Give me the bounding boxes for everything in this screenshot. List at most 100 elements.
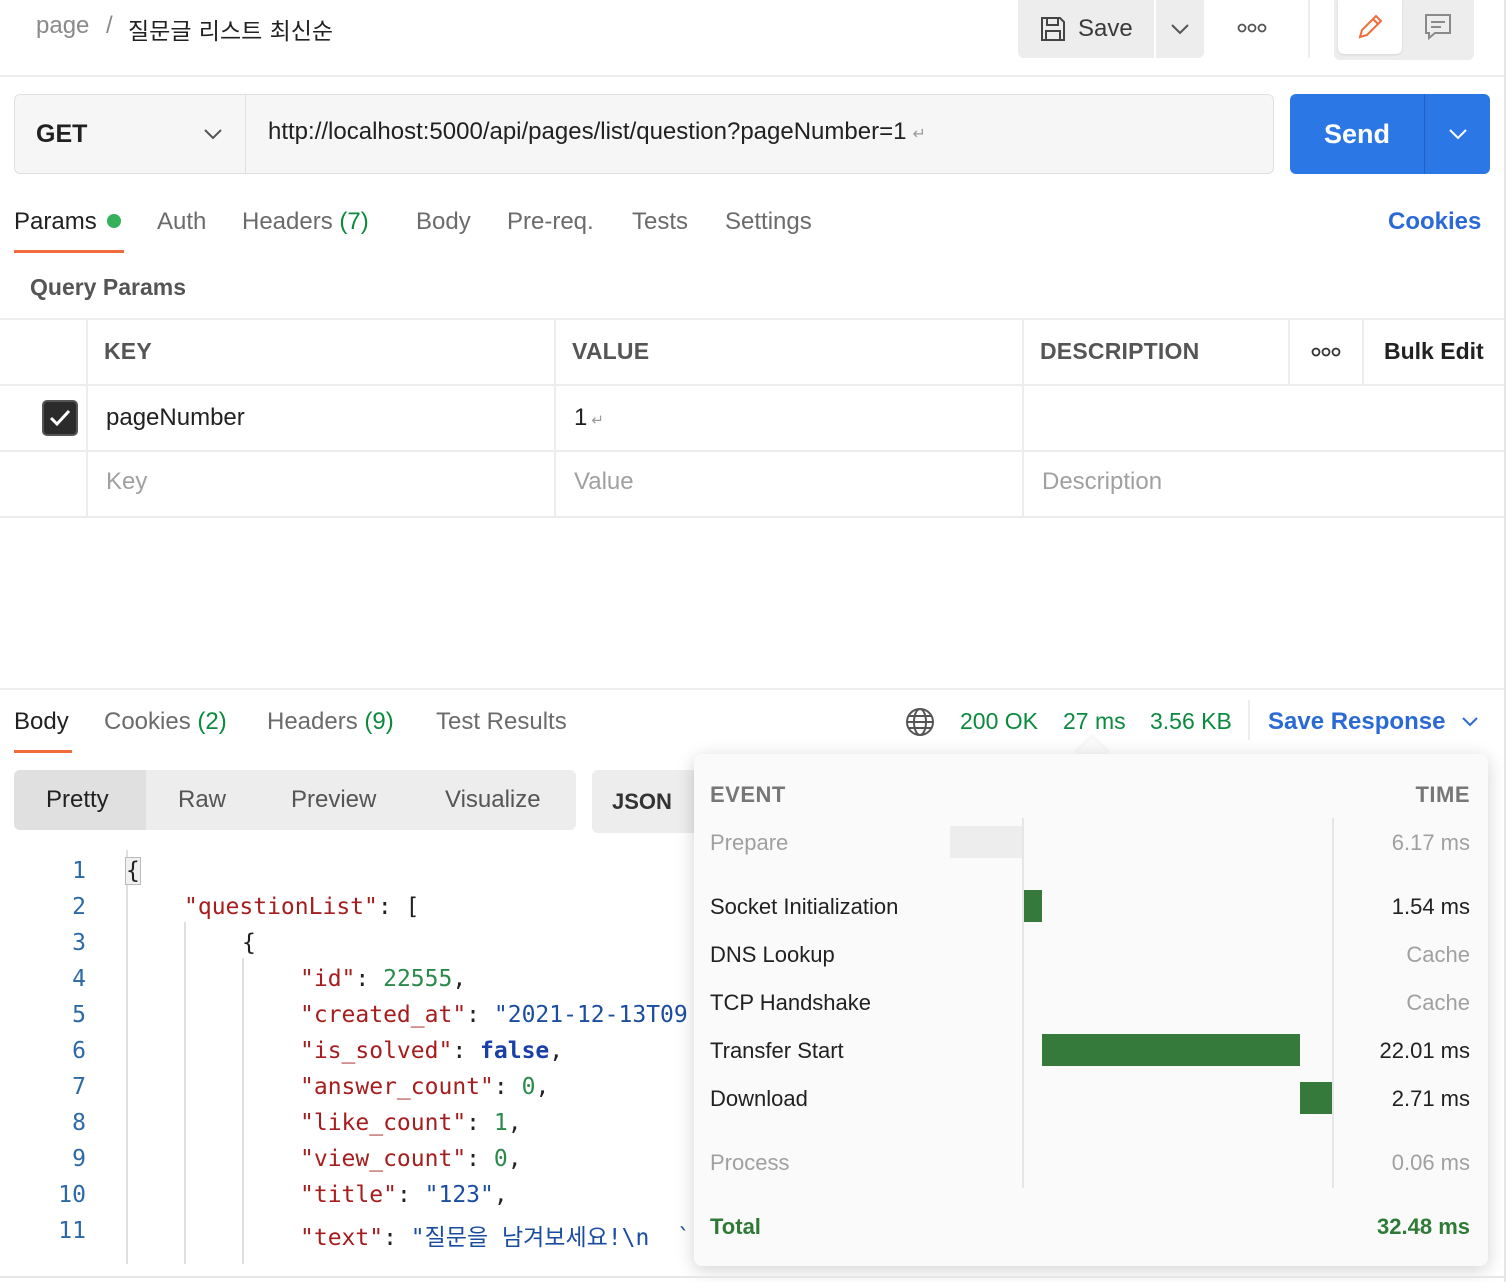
response-tab-cookies[interactable]: Cookies (2) xyxy=(104,708,227,736)
breadcrumb-parent[interactable]: page xyxy=(36,12,89,40)
column-divider xyxy=(1288,318,1290,384)
status-divider xyxy=(1248,700,1250,740)
active-indicator-dot xyxy=(106,213,121,228)
response-tab-headers[interactable]: Headers (9) xyxy=(267,708,394,736)
new-value-input[interactable]: Value xyxy=(574,468,634,496)
code-line: "title": "123", xyxy=(300,1182,508,1208)
param-enabled-checkbox[interactable] xyxy=(42,400,78,436)
tab-params-label: Params xyxy=(14,208,97,235)
line-number: 10 xyxy=(58,1182,86,1208)
chevron-down-icon xyxy=(203,128,223,140)
timing-event-time: 6.17 ms xyxy=(1391,830,1470,855)
table-more-button[interactable] xyxy=(1306,338,1346,366)
timing-header-event: EVENT xyxy=(710,782,786,807)
view-pretty[interactable]: Pretty xyxy=(46,786,109,814)
line-number: 2 xyxy=(72,894,86,920)
code-key: "is_solved" xyxy=(300,1038,453,1064)
tab-prereq[interactable]: Pre-req. xyxy=(507,208,594,236)
timing-header-time: TIME xyxy=(1415,782,1470,807)
code-key: "questionList" xyxy=(184,894,378,920)
line-number: 4 xyxy=(72,966,86,992)
request-title[interactable]: 질문글 리스트 최신순 xyxy=(128,12,333,46)
tab-params[interactable]: Params xyxy=(14,208,121,236)
timing-bar-socket xyxy=(1024,890,1042,922)
save-button[interactable]: Save xyxy=(1018,0,1154,58)
return-icon: ↵ xyxy=(591,412,604,429)
format-select[interactable]: JSON xyxy=(592,770,702,833)
pencil-icon xyxy=(1354,11,1386,43)
toolbar-divider xyxy=(1308,0,1310,58)
column-divider xyxy=(554,318,556,518)
new-description-input[interactable]: Description xyxy=(1042,468,1162,496)
table-border xyxy=(0,384,1506,386)
url-input[interactable]: http://localhost:5000/api/pages/list/que… xyxy=(268,118,926,146)
globe-icon[interactable] xyxy=(904,706,936,738)
view-preview[interactable]: Preview xyxy=(291,786,376,814)
bulk-edit-button[interactable]: Bulk Edit xyxy=(1384,338,1484,365)
indent-guide xyxy=(242,958,244,1264)
indent-guide xyxy=(126,850,128,1264)
timing-event-time: 2.71 ms xyxy=(1391,1086,1470,1111)
timing-event-name: TCP Handshake xyxy=(710,990,872,1015)
timing-bar-download xyxy=(1300,1082,1332,1114)
save-dropdown-button[interactable] xyxy=(1156,0,1204,58)
view-raw[interactable]: Raw xyxy=(178,786,226,814)
param-value[interactable]: 1 ↵ xyxy=(574,404,604,432)
tab-headers[interactable]: Headers (7) xyxy=(242,208,369,236)
code-line: { xyxy=(125,857,141,885)
save-label: Save xyxy=(1078,15,1133,42)
timing-bar-transfer xyxy=(1042,1034,1300,1066)
response-tab-test-results[interactable]: Test Results xyxy=(436,708,567,736)
url-text: http://localhost:5000/api/pages/list/que… xyxy=(268,118,907,145)
code-line: "questionList": [ xyxy=(184,894,419,920)
code-line: "answer_count": 0, xyxy=(300,1074,550,1100)
more-options-button[interactable] xyxy=(1228,14,1276,42)
line-number: 9 xyxy=(72,1146,86,1172)
code-string: "123" xyxy=(424,1182,494,1208)
param-key[interactable]: pageNumber xyxy=(106,404,245,432)
send-button[interactable]: Send xyxy=(1290,94,1424,174)
cookies-link[interactable]: Cookies xyxy=(1388,208,1481,236)
table-border xyxy=(0,450,1506,452)
column-divider xyxy=(1362,318,1364,384)
code-boolean: false xyxy=(480,1038,550,1064)
column-header-description: DESCRIPTION xyxy=(1040,338,1200,364)
response-headers-label: Headers xyxy=(267,708,358,735)
checkmark-icon xyxy=(49,409,71,427)
new-key-input[interactable]: Key xyxy=(106,468,147,496)
response-divider[interactable] xyxy=(0,688,1506,690)
status-code[interactable]: 200 OK xyxy=(960,708,1038,735)
send-dropdown-button[interactable] xyxy=(1426,94,1490,174)
line-number: 1 xyxy=(72,858,86,884)
method-select[interactable]: GET xyxy=(14,94,246,174)
send-divider xyxy=(1424,94,1425,174)
timing-event-name: DNS Lookup xyxy=(710,942,835,967)
line-number: 8 xyxy=(72,1110,86,1136)
method-label: GET xyxy=(36,119,88,148)
timing-event-time: 22.01 ms xyxy=(1379,1038,1471,1063)
tab-body[interactable]: Body xyxy=(416,208,471,236)
timing-event-name: Prepare xyxy=(710,830,789,855)
comment-mode-button[interactable] xyxy=(1406,0,1470,54)
timing-event-time: 0.06 ms xyxy=(1391,1150,1470,1175)
response-tab-body[interactable]: Body xyxy=(14,708,69,736)
return-icon: ↵ xyxy=(912,126,926,143)
save-response-button[interactable]: Save Response xyxy=(1268,708,1479,736)
code-line: "id": 22555, xyxy=(300,966,467,992)
response-cookies-label: Cookies xyxy=(104,708,191,735)
column-header-key: KEY xyxy=(104,338,152,364)
tab-auth[interactable]: Auth xyxy=(157,208,206,236)
response-size[interactable]: 3.56 KB xyxy=(1150,708,1232,735)
query-params-title: Query Params xyxy=(30,274,186,300)
code-number: 0 xyxy=(493,1146,508,1172)
tab-settings[interactable]: Settings xyxy=(725,208,812,236)
status-bar-border xyxy=(0,1276,1506,1278)
column-divider xyxy=(86,318,88,518)
line-number: 3 xyxy=(72,930,86,956)
view-visualize[interactable]: Visualize xyxy=(445,786,541,814)
tab-tests[interactable]: Tests xyxy=(632,208,688,236)
response-time[interactable]: 27 ms xyxy=(1063,708,1126,735)
response-code-editor[interactable]: 1 2 3 4 5 6 7 8 9 10 11 { "questionList"… xyxy=(0,850,694,1264)
timing-event-time: Cache xyxy=(1406,942,1470,967)
edit-mode-button[interactable] xyxy=(1338,0,1402,54)
